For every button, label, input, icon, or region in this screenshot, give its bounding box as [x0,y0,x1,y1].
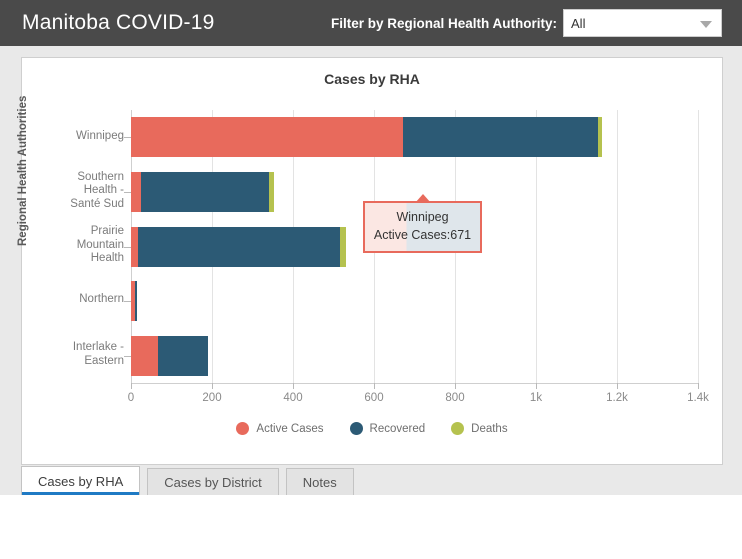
y-axis-tick-label: Prairie Mountain Health [76,225,124,265]
x-axis-tick-label: 1k [529,392,543,404]
legend-item[interactable]: Recovered [349,422,426,435]
x-axis-tick [374,383,375,389]
rha-filter-value: All [571,15,586,31]
legend-color-swatch [236,422,250,435]
x-axis-tick [131,383,132,389]
bar-segment[interactable] [158,335,208,376]
x-axis-tick [617,383,618,389]
x-axis-tick [293,383,294,389]
x-axis-tick-label: 1.4k [687,392,709,404]
x-axis-tick-label: 0 [127,392,135,404]
bar-group[interactable] [131,117,603,158]
x-axis-line [131,383,698,384]
x-axis-tick [536,383,537,389]
tab-notes[interactable]: Notes [285,468,354,495]
legend-color-swatch [349,422,363,435]
legend-item[interactable]: Deaths [451,422,508,435]
chart-tooltip: Winnipeg Active Cases:671 [363,194,482,253]
x-axis-tick [455,383,456,389]
chevron-down-icon [700,21,713,28]
rha-filter-select[interactable]: All [563,9,723,37]
x-axis-tick [698,383,699,389]
y-axis-tick-label: Winnipeg [76,129,124,142]
y-axis-tick-label: Interlake - Eastern [72,341,124,367]
x-axis-tick-label: 800 [445,392,465,404]
tab-strip-background [0,495,742,559]
tooltip-detail: Active Cases:671 [373,228,472,242]
tab-cases-by-district[interactable]: Cases by District [147,468,279,495]
bar-group[interactable] [131,335,208,376]
legend-label: Recovered [369,422,426,435]
bar-group[interactable] [131,171,274,212]
y-axis-tick [124,246,131,248]
x-axis-tick-label: 600 [364,392,384,404]
y-axis-tick [124,137,131,139]
bar-segment[interactable] [339,226,347,267]
rha-filter-label: Filter by Regional Health Authority: [331,15,558,31]
bar-segment[interactable] [131,117,403,158]
legend-label: Active Cases [256,422,324,435]
legend-color-swatch [451,422,465,435]
tooltip-arrow-icon [414,194,431,203]
bar-segment[interactable] [131,226,139,267]
bar-segment[interactable] [131,335,159,376]
y-axis-labels: Winnipeg Southern Health - Santé Sud Prairie… [22,58,131,466]
y-axis-tick-label: Northern [79,293,124,306]
app-header: Manitoba COVID-19 Filter by Regional Hea… [0,0,742,46]
bar-segment[interactable] [141,171,269,212]
bar-segment[interactable] [135,281,138,322]
rha-filter-group: Filter by Regional Health Authority: All [331,9,723,37]
y-axis-tick [124,301,131,303]
y-axis-tick [124,191,131,193]
chart-panel: Cases by RHA Regional Health Authorities… [17,57,723,466]
legend-item[interactable]: Active Cases [236,422,324,435]
chart-legend: Active Cases Recovered Deaths [22,422,722,435]
x-axis-tick-label: 400 [283,392,303,404]
page-title: Manitoba COVID-19 [22,11,215,34]
legend-label: Deaths [471,422,508,435]
x-axis-tick-label: 200 [202,392,222,404]
bar-segment[interactable] [597,117,603,158]
tooltip-title: Winnipeg [396,210,449,224]
bar-group[interactable] [131,281,138,322]
bar-segment[interactable] [138,226,340,267]
x-axis-tick-label: 1.2k [606,392,628,404]
bar-segment[interactable] [131,171,142,212]
gridline [698,110,699,383]
bar-group[interactable] [131,226,347,267]
dashboard-body: Cases by RHA Regional Health Authorities… [0,46,742,559]
tab-bar: Cases by RHA Cases by District Notes [21,466,354,495]
tab-cases-by-rha[interactable]: Cases by RHA [21,466,141,495]
bar-segment[interactable] [402,117,598,158]
chart-title: Cases by RHA [324,71,420,87]
x-axis-tick [212,383,213,389]
y-axis-tick [124,355,131,357]
bar-segment[interactable] [268,171,274,212]
y-axis-tick-label: Southern Health - Santé Sud [70,170,124,210]
